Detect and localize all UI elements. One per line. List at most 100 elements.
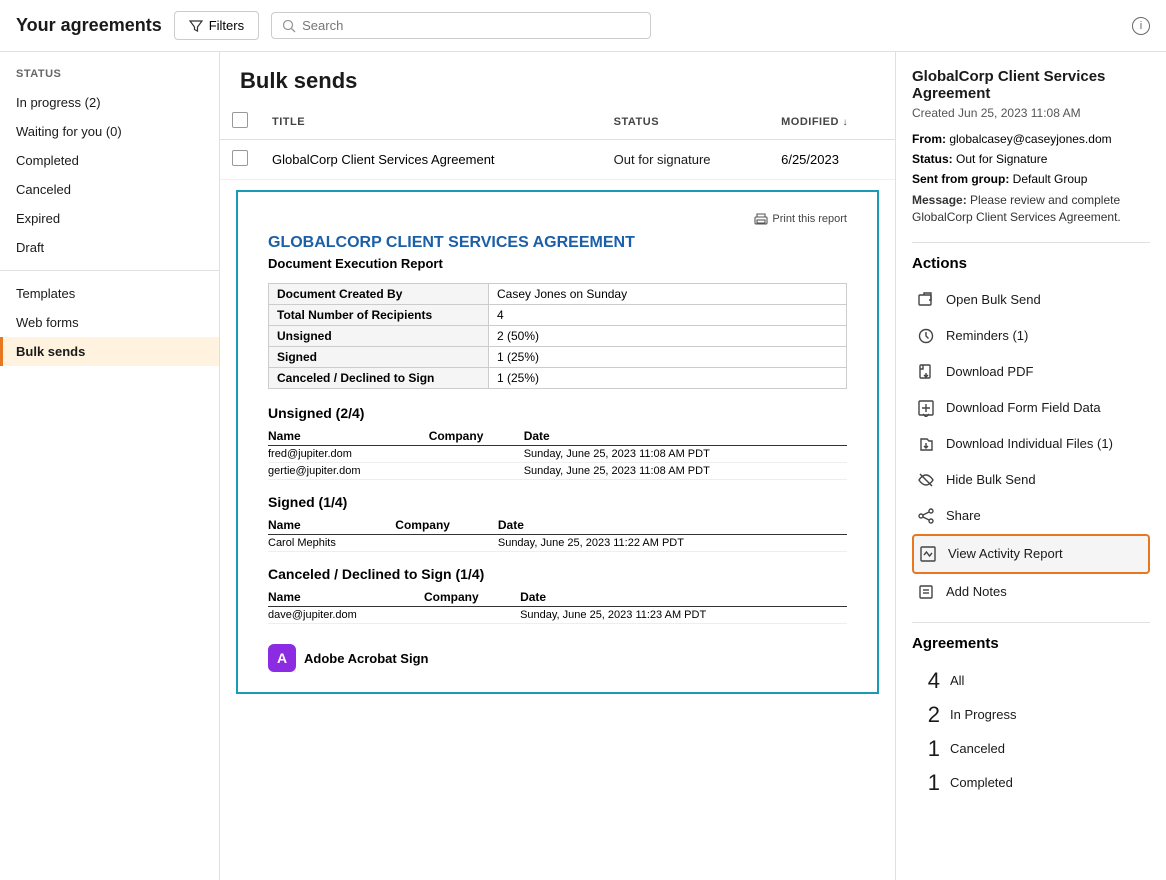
status-section-label: STATUS [0, 68, 219, 88]
canceled-table: Name Company Date dave@jupiter.domSunday… [268, 588, 847, 624]
download-files-icon [916, 434, 936, 454]
right-panel: GlobalCorp Client Services Agreement Cre… [896, 52, 1166, 880]
sidebar: STATUS In progress (2) Waiting for you (… [0, 52, 220, 880]
print-report-row[interactable]: Print this report [268, 212, 847, 226]
stats-list: 4All2In Progress1Canceled1Completed [912, 664, 1150, 800]
sidebar-item-completed[interactable]: Completed [0, 146, 219, 175]
printer-icon [754, 212, 768, 226]
search-icon [282, 19, 296, 33]
section-title: Bulk sends [220, 52, 895, 104]
sort-arrow-icon: ↓ [842, 117, 848, 128]
action-label: View Activity Report [948, 546, 1063, 561]
open-icon [916, 290, 936, 310]
sidebar-item-bulk-sends[interactable]: Bulk sends [0, 337, 219, 366]
center-content: Bulk sends TITLE STATUS MODIFIED ↓ [220, 52, 896, 880]
action-label: Download Form Field Data [946, 400, 1101, 415]
right-panel-status: Status: Out for Signature [912, 152, 1150, 166]
canceled-col-date: Date [520, 588, 847, 607]
adobe-sign-logo: A Adobe Acrobat Sign [268, 644, 847, 672]
stat-number: 2 [912, 702, 940, 728]
summary-stat: 4 All [912, 664, 1150, 698]
filter-icon [189, 19, 203, 33]
notes-icon [916, 582, 936, 602]
unsigned-section-title: Unsigned (2/4) [268, 405, 847, 421]
signed-col-date: Date [498, 516, 847, 535]
right-panel-created: Created Jun 25, 2023 11:08 AM [912, 106, 1150, 120]
stat-label: Completed [950, 775, 1013, 790]
signed-section-title: Signed (1/4) [268, 494, 847, 510]
action-add-notes[interactable]: Add Notes [912, 574, 1150, 610]
download-pdf-icon [916, 362, 936, 382]
adobe-sign-label: Adobe Acrobat Sign [304, 651, 428, 666]
sidebar-item-templates[interactable]: Templates [0, 279, 219, 308]
action-open-bulk-send[interactable]: Open Bulk Send [912, 282, 1150, 318]
right-panel-title: GlobalCorp Client Services Agreement [912, 68, 1150, 102]
action-hide-bulk-send[interactable]: Hide Bulk Send [912, 462, 1150, 498]
unsigned-col-date: Date [524, 427, 847, 446]
unsigned-table: Name Company Date fred@jupiter.domSunday… [268, 427, 847, 480]
canceled-col-name: Name [268, 588, 424, 607]
sidebar-item-canceled[interactable]: Canceled [0, 175, 219, 204]
row-status: Out for signature [602, 140, 769, 180]
stat-number: 1 [912, 736, 940, 762]
action-share[interactable]: Share [912, 498, 1150, 534]
filter-button[interactable]: Filters [174, 11, 259, 40]
search-wrapper [271, 12, 651, 39]
print-label: Print this report [772, 213, 847, 225]
sidebar-divider [0, 270, 219, 271]
report-title: GLOBALCORP CLIENT SERVICES AGREEMENT [268, 234, 847, 252]
action-label: Download Individual Files (1) [946, 436, 1113, 451]
action-view-activity[interactable]: View Activity Report [912, 534, 1150, 574]
sidebar-item-waiting[interactable]: Waiting for you (0) [0, 117, 219, 146]
summary-stat: 1Completed [912, 766, 1150, 800]
right-panel-sent-from: Sent from group: Default Group [912, 172, 1150, 186]
row-modified: 6/25/2023 [769, 140, 895, 180]
stat-number: 4 [912, 668, 940, 694]
search-input[interactable] [302, 18, 640, 33]
signed-col-name: Name [268, 516, 395, 535]
action-label: Open Bulk Send [946, 292, 1041, 307]
action-label: Share [946, 508, 981, 523]
top-bar: Your agreements Filters i [0, 0, 1166, 52]
row-checkbox[interactable] [232, 150, 248, 166]
info-button[interactable]: i [1132, 17, 1150, 35]
sidebar-item-web-forms[interactable]: Web forms [0, 308, 219, 337]
canceled-row: dave@jupiter.domSunday, June 25, 2023 11… [268, 607, 847, 624]
sidebar-item-in-progress[interactable]: In progress (2) [0, 88, 219, 117]
stat-label: All [950, 673, 964, 688]
signed-row: Carol MephitsSunday, June 25, 2023 11:22… [268, 535, 847, 552]
canceled-section-title: Canceled / Declined to Sign (1/4) [268, 566, 847, 582]
sidebar-item-draft[interactable]: Draft [0, 233, 219, 262]
action-reminders[interactable]: Reminders (1) [912, 318, 1150, 354]
unsigned-row: fred@jupiter.domSunday, June 25, 2023 11… [268, 446, 847, 463]
right-panel-message: Message: Please review and complete Glob… [912, 192, 1150, 226]
stat-label: In Progress [950, 707, 1016, 722]
summary-row: Total Number of Recipients4 [269, 305, 847, 326]
title-column-header: TITLE [260, 104, 602, 140]
adobe-logo-icon: A [268, 644, 296, 672]
action-label: Reminders (1) [946, 328, 1028, 343]
modified-column-header: MODIFIED ↓ [769, 104, 895, 140]
summary-stat: 1Canceled [912, 732, 1150, 766]
action-download-pdf[interactable]: Download PDF [912, 354, 1150, 390]
action-download-individual[interactable]: Download Individual Files (1) [912, 426, 1150, 462]
right-panel-divider-1 [912, 242, 1150, 243]
share-icon [916, 506, 936, 526]
summary-row: Document Created ByCasey Jones on Sunday [269, 284, 847, 305]
select-all-checkbox[interactable] [232, 112, 248, 128]
sidebar-item-expired[interactable]: Expired [0, 204, 219, 233]
summary-row: Canceled / Declined to Sign1 (25%) [269, 368, 847, 389]
status-column-header: STATUS [602, 104, 769, 140]
table-row[interactable]: GlobalCorp Client Services Agreement Out… [220, 140, 895, 180]
agreements-table: TITLE STATUS MODIFIED ↓ GlobalCorp Clien… [220, 104, 895, 180]
summary-table: Document Created ByCasey Jones on Sunday… [268, 283, 847, 389]
report-subtitle: Document Execution Report [268, 256, 847, 271]
agreements-summary: Agreements 4All2In Progress1Canceled1Com… [912, 635, 1150, 800]
canceled-col-company: Company [424, 588, 520, 607]
download-form-icon [916, 398, 936, 418]
hide-icon [916, 470, 936, 490]
page-title: Your agreements [16, 15, 162, 36]
unsigned-col-name: Name [268, 427, 429, 446]
action-download-form-field[interactable]: Download Form Field Data [912, 390, 1150, 426]
activity-icon [918, 544, 938, 564]
